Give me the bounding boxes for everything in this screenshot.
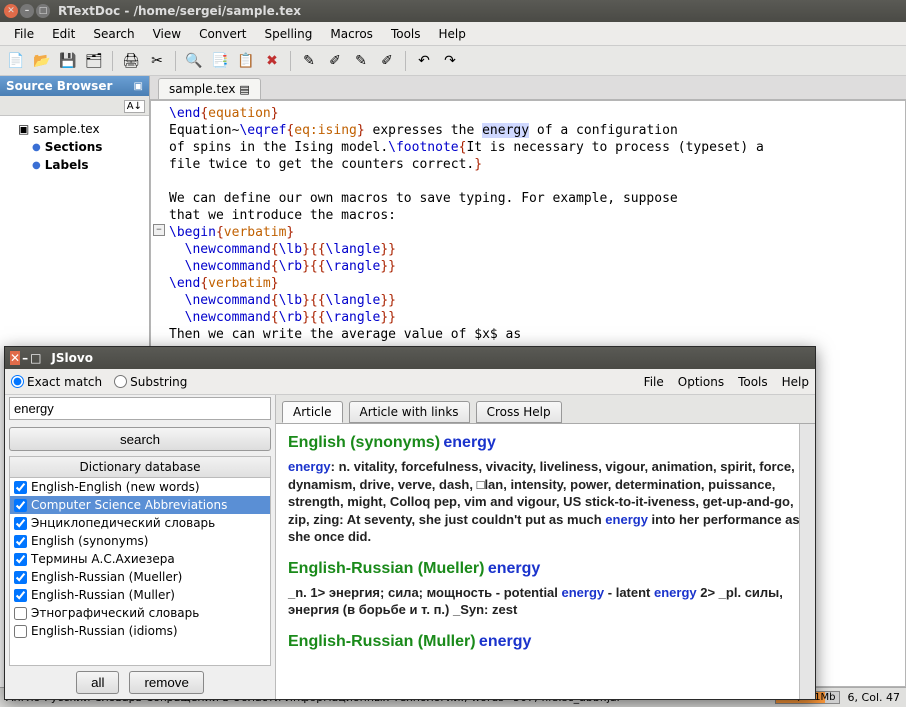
sort-az-icon[interactable]: A↓ — [124, 100, 145, 113]
menu-help[interactable]: Help — [431, 24, 474, 44]
minimize-window-button[interactable]: – — [20, 4, 34, 18]
paste-icon[interactable]: 📋 — [236, 51, 256, 71]
jslovo-menu-tools[interactable]: Tools — [738, 375, 768, 389]
db-checkbox[interactable] — [14, 625, 27, 638]
db-row[interactable]: Computer Science Abbreviations — [10, 496, 270, 514]
menu-macros[interactable]: Macros — [322, 24, 381, 44]
db-checkbox[interactable] — [14, 499, 27, 512]
sidebar-close-icon[interactable]: ▣ — [134, 81, 143, 92]
cut-icon[interactable]: ✂ — [147, 51, 167, 71]
db-header[interactable]: Dictionary database — [9, 456, 271, 478]
tab-article[interactable]: Article — [282, 401, 343, 423]
db-checkbox[interactable] — [14, 481, 27, 494]
db-row[interactable]: Этнографический словарь — [10, 604, 270, 622]
all-button[interactable]: all — [76, 671, 119, 694]
search-button[interactable]: search — [9, 427, 271, 451]
window-title: RTextDoc - /home/sergei/sample.tex — [58, 4, 301, 18]
db-row[interactable]: Термины А.С.Ахиезера — [10, 550, 270, 568]
tree-file-node[interactable]: ▣ sample.tex — [4, 120, 145, 138]
tree-sections[interactable]: ●Sections — [4, 138, 145, 156]
toolbar: 📄 📂 💾 🗂 🖨 ✂ 🔍 📑 📋 ✖ ✎ ✐ ✎ ✐ ↶ ↷ — [0, 46, 906, 76]
open-file-icon[interactable]: 📂 — [32, 51, 52, 71]
find-icon[interactable]: 🔍 — [184, 51, 204, 71]
menu-view[interactable]: View — [145, 24, 189, 44]
menu-edit[interactable]: Edit — [44, 24, 83, 44]
menu-spelling[interactable]: Spelling — [257, 24, 321, 44]
sidebar-header: Source Browser ▣ — [0, 76, 149, 96]
tab-cross-help[interactable]: Cross Help — [476, 401, 562, 423]
menu-convert[interactable]: Convert — [191, 24, 254, 44]
menu-tools[interactable]: Tools — [383, 24, 429, 44]
delete-icon[interactable]: ✖ — [262, 51, 282, 71]
wand3-icon[interactable]: ✎ — [351, 51, 371, 71]
jslovo-minimize-button[interactable]: – — [22, 351, 28, 365]
db-checkbox[interactable] — [14, 517, 27, 530]
jslovo-maximize-button[interactable]: □ — [30, 351, 41, 365]
tree-labels[interactable]: ●Labels — [4, 156, 145, 174]
menu-search[interactable]: Search — [85, 24, 142, 44]
article-content[interactable]: English (synonyms) energyenergy: n. vita… — [276, 423, 815, 699]
jslovo-menu-help[interactable]: Help — [782, 375, 809, 389]
save-icon[interactable]: 💾 — [58, 51, 78, 71]
menubar: File Edit Search View Convert Spelling M… — [0, 22, 906, 46]
redo-icon[interactable]: ↷ — [440, 51, 460, 71]
window-titlebar: ✕ – □ RTextDoc - /home/sergei/sample.tex — [0, 0, 906, 22]
jslovo-menu-options[interactable]: Options — [678, 375, 724, 389]
db-row[interactable]: English-Russian (idioms) — [10, 622, 270, 640]
close-window-button[interactable]: ✕ — [4, 4, 18, 18]
wand2-icon[interactable]: ✐ — [325, 51, 345, 71]
db-row[interactable]: English-Russian (Mueller) — [10, 568, 270, 586]
db-checkbox[interactable] — [14, 607, 27, 620]
radio-substring[interactable]: Substring — [114, 375, 187, 389]
editor-tab-sample[interactable]: sample.tex ▤ — [158, 78, 261, 99]
radio-exact-match[interactable]: Exact match — [11, 375, 102, 389]
jslovo-menu-file[interactable]: File — [644, 375, 664, 389]
db-checkbox[interactable] — [14, 535, 27, 548]
jslovo-titlebar: ✕ – □ JSlovo — [5, 347, 815, 369]
wand4-icon[interactable]: ✐ — [377, 51, 397, 71]
db-row[interactable]: Энциклопедический словарь — [10, 514, 270, 532]
scrollbar[interactable] — [799, 424, 815, 699]
save-all-icon[interactable]: 🗂 — [84, 51, 104, 71]
sidebar-toolbar: A↓ — [0, 96, 149, 116]
new-file-icon[interactable]: 📄 — [6, 51, 26, 71]
jslovo-window: ✕ – □ JSlovo Exact match Substring File … — [4, 346, 816, 700]
jslovo-close-button[interactable]: ✕ — [10, 351, 20, 365]
undo-icon[interactable]: ↶ — [414, 51, 434, 71]
db-checkbox[interactable] — [14, 589, 27, 602]
print-icon[interactable]: 🖨 — [121, 51, 141, 71]
cursor-position: 6, Col. 47 — [848, 691, 900, 704]
db-list[interactable]: English-English (new words)Computer Scie… — [9, 478, 271, 666]
tab-article-links[interactable]: Article with links — [349, 401, 470, 423]
db-row[interactable]: English (synonyms) — [10, 532, 270, 550]
maximize-window-button[interactable]: □ — [36, 4, 50, 18]
db-checkbox[interactable] — [14, 571, 27, 584]
wand1-icon[interactable]: ✎ — [299, 51, 319, 71]
db-checkbox[interactable] — [14, 553, 27, 566]
menu-file[interactable]: File — [6, 24, 42, 44]
db-row[interactable]: English-English (new words) — [10, 478, 270, 496]
db-row[interactable]: English-Russian (Muller) — [10, 586, 270, 604]
document-icon: ▤ — [239, 83, 249, 96]
copy-icon[interactable]: 📑 — [210, 51, 230, 71]
remove-button[interactable]: remove — [129, 671, 203, 694]
query-input[interactable] — [9, 397, 271, 420]
